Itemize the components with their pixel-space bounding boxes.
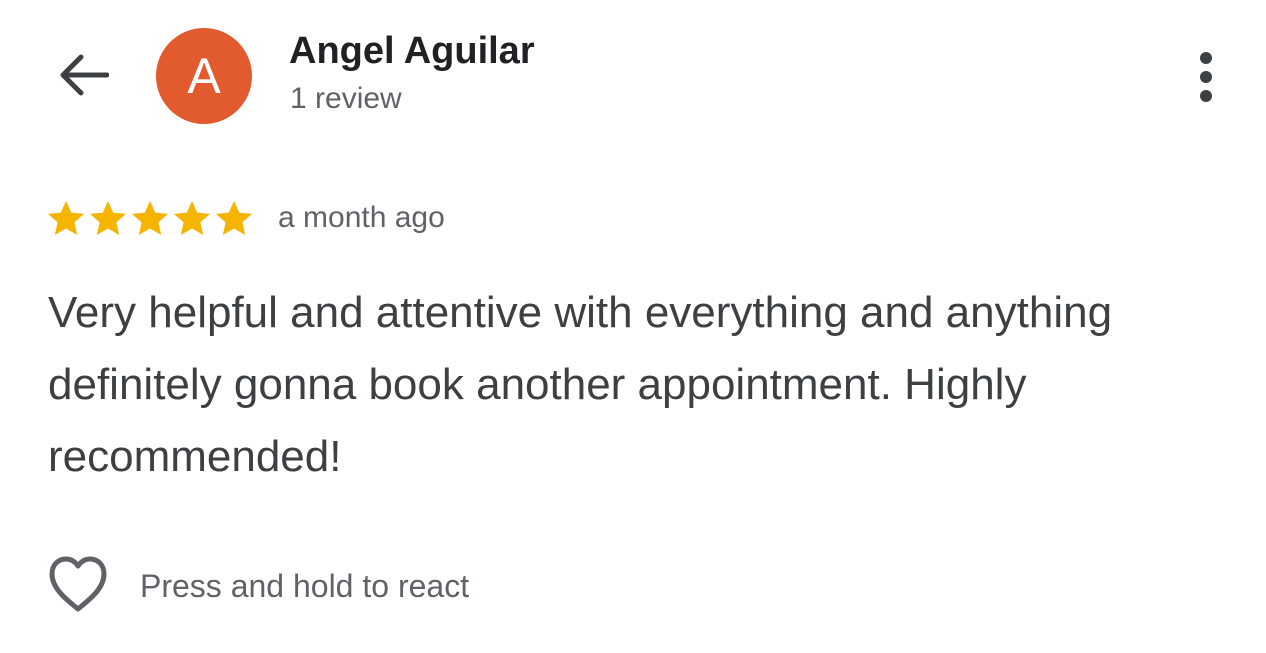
avatar-letter: A (187, 48, 221, 104)
review-count: 1 review (290, 82, 402, 115)
review-time: a month ago (278, 201, 445, 234)
more-vert-icon-dot (1200, 52, 1212, 64)
react-label: Press and hold to react (140, 567, 470, 604)
back-button[interactable] (52, 48, 114, 106)
react-button[interactable]: Press and hold to react (46, 556, 469, 616)
reviewer-name[interactable]: Angel Aguilar (289, 30, 535, 73)
arrow-left-icon (57, 53, 110, 102)
more-vert-icon-dot (1200, 90, 1212, 102)
star-filled-icon (214, 199, 254, 237)
star-filled-icon (46, 199, 86, 237)
star-rating (46, 199, 254, 237)
avatar[interactable]: A (156, 28, 252, 124)
star-filled-icon (88, 199, 128, 237)
more-vert-icon-dot (1200, 71, 1212, 83)
star-filled-icon (130, 199, 170, 237)
rating-row: a month ago (46, 196, 445, 240)
review-text: Very helpful and attentive with everythi… (48, 288, 1113, 481)
more-options-button[interactable] (1186, 46, 1226, 108)
heart-outline-icon (46, 554, 110, 619)
star-filled-icon (172, 199, 212, 237)
